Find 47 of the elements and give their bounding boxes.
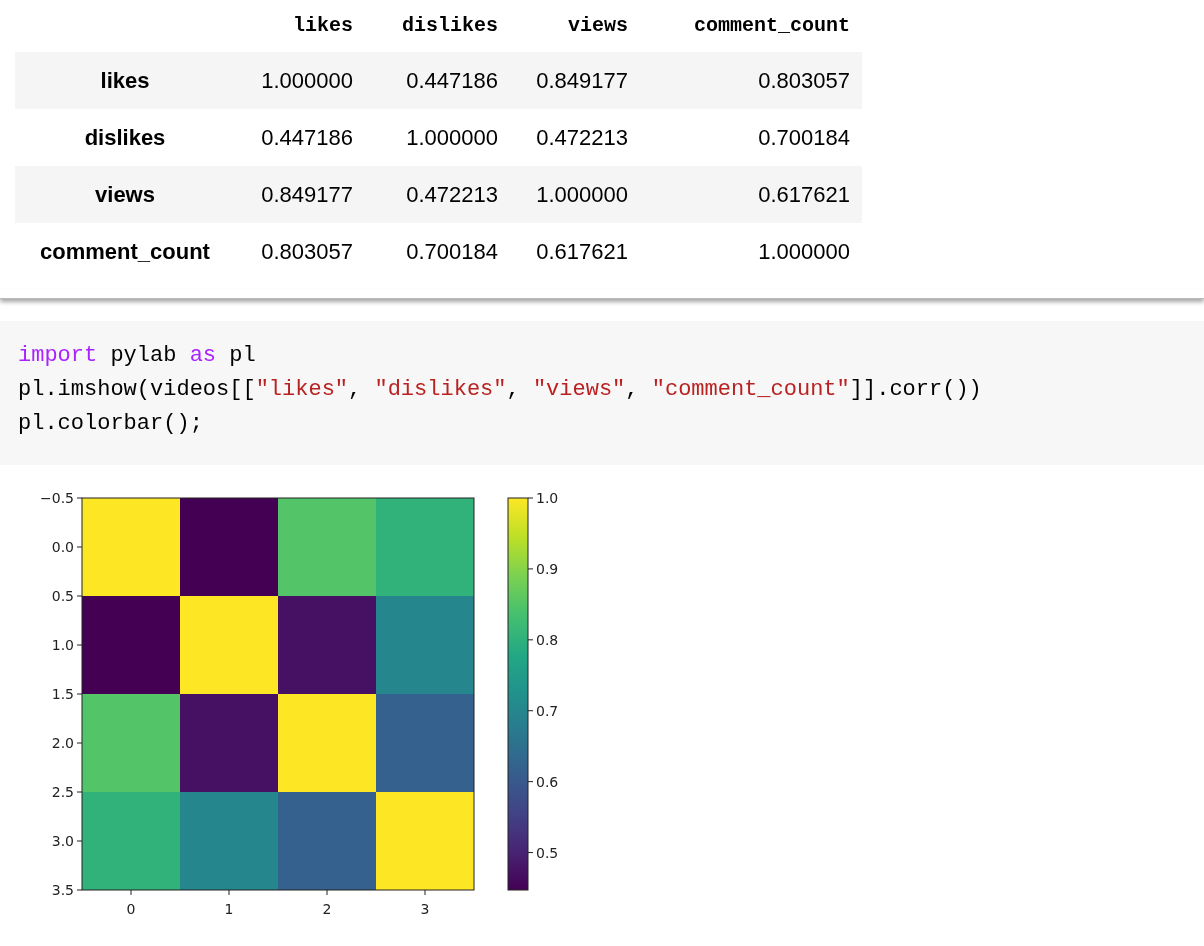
table-cell: 0.447186	[365, 52, 510, 109]
table-cell: 1.000000	[235, 52, 365, 109]
axis-tick: 1	[224, 889, 234, 917]
column-header: views	[510, 8, 640, 52]
row-header: views	[15, 166, 235, 223]
code-line: pl.imshow(videos[["likes", "dislikes", "views", "comment_count"]].corr())	[18, 376, 983, 404]
code-line: import pylab as pl	[18, 342, 257, 370]
table-cell: 0.472213	[510, 109, 640, 166]
colorbar-tick: 0.5	[527, 844, 559, 861]
axis-tick: 0.0	[51, 539, 83, 555]
axis-tick: 2.0	[51, 735, 83, 751]
column-header: likes	[235, 8, 365, 52]
axis-tick: 1.0	[51, 637, 83, 653]
colorbar-tick: 0.6	[527, 773, 559, 790]
colorbar-tick: 0.9	[527, 560, 559, 577]
axis-tick: 2.5	[51, 784, 83, 800]
axis-tick: 3.0	[51, 833, 83, 849]
table-cell: 0.849177	[510, 52, 640, 109]
table-cell: 1.000000	[510, 166, 640, 223]
table-cell: 0.617621	[510, 223, 640, 280]
axis-tick: 3	[420, 889, 430, 917]
colorbar-tick: 0.7	[527, 702, 559, 719]
axis-tick: 2	[322, 889, 332, 917]
axis-tick: 0.5	[51, 588, 83, 604]
column-header: comment_count	[640, 8, 862, 52]
table-cell: 0.447186	[235, 109, 365, 166]
column-header: dislikes	[365, 8, 510, 52]
code-cell[interactable]: import pylab as pl pl.imshow(videos[["likes", "dislikes", "views", "comment_count"]].corr()) pl.colorbar();	[0, 321, 1204, 465]
table-cell: 1.000000	[365, 109, 510, 166]
table-cell: 0.849177	[235, 166, 365, 223]
code-line: pl.colorbar();	[18, 410, 204, 438]
table-cell: 0.617621	[640, 166, 862, 223]
axis-tick: 0	[126, 889, 136, 917]
table-cell: 0.803057	[235, 223, 365, 280]
row-header: likes	[15, 52, 235, 109]
row-header: dislikes	[15, 109, 235, 166]
table-cell: 0.700184	[640, 109, 862, 166]
colorbar-tick: 1.0	[527, 490, 559, 506]
row-header: comment_count	[15, 223, 235, 280]
table-cell: 0.803057	[640, 52, 862, 109]
colorbar-tick: 0.8	[527, 631, 559, 648]
axis-tick: −0.5	[40, 490, 83, 506]
table-cell: 1.000000	[640, 223, 862, 280]
table-cell: 0.472213	[365, 166, 510, 223]
axis-tick: 1.5	[51, 686, 83, 702]
axis-tick: 3.5	[51, 882, 83, 898]
table-cell: 0.700184	[365, 223, 510, 280]
